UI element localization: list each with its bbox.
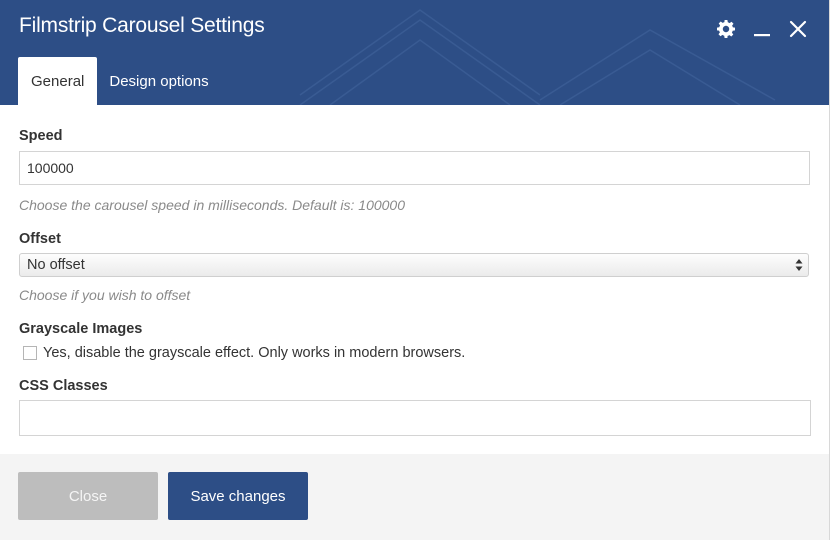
tab-bar: General Design options — [18, 57, 221, 105]
gear-icon[interactable] — [715, 18, 737, 40]
tab-general[interactable]: General — [18, 57, 98, 105]
select-arrows-icon — [795, 259, 803, 271]
grayscale-checkbox[interactable] — [23, 346, 37, 360]
css-classes-input[interactable] — [19, 400, 811, 436]
dialog-footer: Close Save changes — [0, 454, 829, 540]
speed-hint: Choose the carousel speed in millisecond… — [19, 197, 406, 213]
grayscale-label: Grayscale Images — [19, 321, 143, 337]
speed-input[interactable] — [19, 151, 810, 185]
form-body: Speed Choose the carousel speed in milli… — [0, 105, 829, 454]
speed-label: Speed — [19, 128, 63, 144]
grayscale-checkbox-row[interactable]: Yes, disable the grayscale effect. Only … — [23, 345, 465, 361]
close-button[interactable]: Close — [18, 472, 158, 520]
offset-label: Offset — [19, 231, 61, 247]
offset-hint: Choose if you wish to offset — [19, 287, 191, 303]
css-classes-label: CSS Classes — [19, 378, 108, 394]
dialog-header: Filmstrip Carousel Settings General Desi… — [0, 0, 829, 105]
dialog-title: Filmstrip Carousel Settings — [19, 14, 265, 37]
save-changes-button[interactable]: Save changes — [168, 472, 308, 520]
grayscale-checkbox-label: Yes, disable the grayscale effect. Only … — [43, 345, 466, 361]
close-icon[interactable] — [787, 18, 809, 40]
offset-selected-value: No offset — [27, 257, 85, 273]
tab-design-options[interactable]: Design options — [97, 57, 220, 105]
offset-select[interactable]: No offset — [19, 253, 809, 277]
settings-dialog: Filmstrip Carousel Settings General Desi… — [0, 0, 830, 540]
minimize-icon[interactable] — [751, 18, 773, 40]
header-controls — [715, 18, 809, 40]
